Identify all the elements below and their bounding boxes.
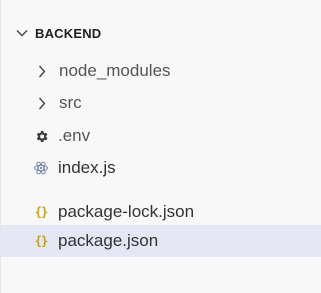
chevron-right-icon xyxy=(37,63,47,79)
gear-icon xyxy=(33,128,49,144)
tree-item-label: package-lock.json xyxy=(58,202,195,221)
folder-title: BACKEND xyxy=(35,25,102,41)
tree-item-env[interactable]: .env xyxy=(1,121,321,151)
tree-item-index-js[interactable]: index.js xyxy=(1,153,321,183)
json-braces-icon: {} xyxy=(34,234,48,248)
react-atom-icon xyxy=(33,160,49,176)
tree-item-label: node_modules xyxy=(59,61,171,80)
tree-item-label: index.js xyxy=(58,158,116,177)
tree-item-label: .env xyxy=(58,126,91,145)
file-explorer: BACKEND node_modules src .env index.js {… xyxy=(0,0,321,293)
tree-item-src[interactable]: src xyxy=(1,88,321,118)
chevron-right-icon xyxy=(37,95,47,111)
tree-item-package-lock-json[interactable]: {} package-lock.json xyxy=(1,197,321,227)
folder-header-backend[interactable]: BACKEND xyxy=(1,19,321,47)
chevron-down-icon xyxy=(15,26,29,40)
tree-item-label: package.json xyxy=(58,231,159,250)
tree-item-package-json[interactable]: {} package.json xyxy=(1,225,321,257)
tree-item-node-modules[interactable]: node_modules xyxy=(1,56,321,86)
tree-item-label: src xyxy=(59,93,82,112)
json-braces-icon: {} xyxy=(34,205,48,219)
